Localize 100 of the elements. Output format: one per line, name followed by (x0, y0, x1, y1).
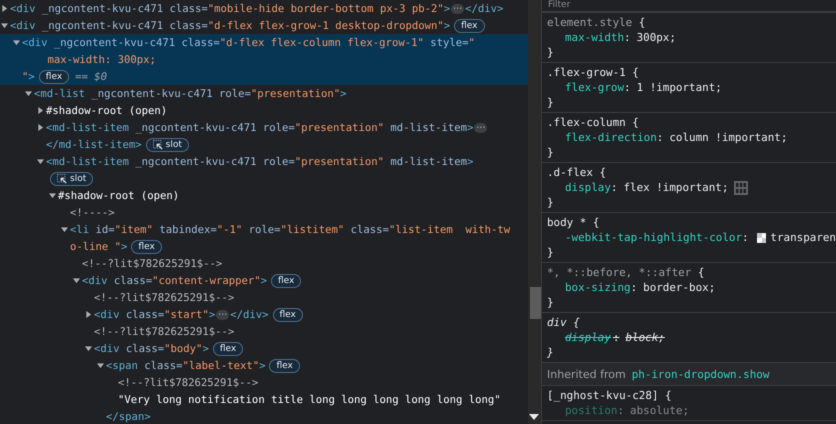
inherited-source-link[interactable]: ph-iron-dropdown.show (632, 368, 770, 380)
code-line: </md-list-item> (46, 138, 142, 150)
css-selector: .d-flex { (547, 166, 606, 179)
css-declaration[interactable]: display : (565, 331, 620, 344)
css-selector: element.style { (547, 16, 646, 29)
flex-editor-icon[interactable] (734, 180, 748, 194)
tree-node-row[interactable]: <div _ngcontent-kvu-c471 class="d-flex flex-grow-1 desktop-dropdown"> flex (0, 17, 528, 34)
slot-badge[interactable]: slot (146, 138, 189, 152)
inherited-label: Inherited from (547, 368, 626, 380)
tree-node-row[interactable]: <md-list-item _ngcontent-kvu-c471 role="presentation" md-list-item> slot (0, 153, 528, 187)
code-line: #shadow-root (open) (46, 104, 168, 116)
css-declaration[interactable]: position: (565, 404, 624, 417)
css-declaration[interactable]: flex-grow: (565, 81, 631, 94)
scrollbar[interactable] (528, 0, 541, 424)
css-value[interactable]: block; (625, 331, 665, 344)
code-line: <div class="content-wrapper"> (82, 274, 267, 286)
code-line: <md-list _ngcontent-kvu-c471 role="presentation"> (34, 88, 347, 100)
code-line: <div _ngcontent-kvu-c471 class="mobile-hide border-bottom px-3 pb-2"> (10, 2, 450, 14)
collapse-triangle-icon[interactable] (1, 22, 8, 29)
code-line: <md-list-item _ngcontent-kvu-c471 role="presentation" md-list-item> (46, 122, 474, 134)
flex-badge[interactable]: flex (269, 358, 300, 372)
tree-node-row[interactable]: <div class="body"> flex (0, 340, 528, 357)
flex-badge[interactable]: flex (271, 274, 302, 288)
flex-badge[interactable]: flex (131, 240, 162, 254)
flex-badge[interactable]: flex (272, 308, 303, 322)
css-value[interactable]: column !important; (669, 131, 788, 144)
closing-brace: } (547, 346, 554, 359)
selected-reference: == $0 (75, 70, 108, 82)
code-line: <md-list-item _ngcontent-kvu-c471 role="presentation" md-list-item> (46, 156, 474, 168)
code-line: #shadow-root (open) (58, 190, 180, 202)
css-value[interactable]: 300px; (636, 31, 676, 44)
tree-node-row[interactable]: <div _ngcontent-kvu-c471 class="d-flex flex-column flex-grow-1" style=" max-width: 300px; "> flex == $0 (0, 34, 528, 85)
collapse-triangle-icon[interactable] (25, 90, 32, 97)
tree-node-row[interactable]: <md-list _ngcontent-kvu-c471 role="presentation"> (0, 85, 528, 102)
code-line: <li id="item" tabindex="-1" role="listitem" class="list-item with-tw (70, 224, 510, 236)
tree-node-row[interactable]: <span class="label-text"> flex (0, 357, 528, 374)
tree-node-row[interactable]: <div class="start"> ⋯ </div> flex (0, 306, 528, 323)
css-selector: div { (547, 316, 580, 329)
collapse-triangle-icon[interactable] (73, 277, 80, 284)
tree-node-row[interactable]: #shadow-root (open) (0, 187, 528, 204)
tree-node-row[interactable]: <div class="content-wrapper"> flex (0, 272, 528, 289)
closing-brace: } (547, 146, 554, 159)
expand-ellipsis-button[interactable]: ⋯ (216, 310, 230, 320)
collapse-triangle-icon[interactable] (49, 192, 56, 199)
tree-node-row[interactable]: "Very long notification title long long long long long long" (0, 391, 528, 408)
code-line: </div> (465, 2, 504, 14)
code-line: <!----> (70, 206, 115, 218)
css-selector: [_nghost-kvu-c28] { (547, 389, 672, 402)
css-declaration[interactable]: max-width: (565, 31, 631, 44)
code-line: <!--?lit$782625291$--> (82, 258, 222, 270)
code-line: o-line "> (70, 240, 128, 252)
tree-node-row[interactable]: <div _ngcontent-kvu-c471 class="mobile-hide border-bottom px-3 pb-2"> ⋯ </div> (0, 0, 528, 17)
code-line: max-width: 300px; (46, 54, 156, 66)
tree-node-row[interactable]: #shadow-root (open) (0, 102, 528, 119)
collapse-triangle-icon[interactable] (13, 39, 20, 46)
flex-badge[interactable]: flex (38, 70, 70, 84)
tree-node-row[interactable]: <li id="item" tabindex="-1" role="listitem" class="list-item with-tw o-line "> flex (0, 221, 528, 255)
flex-badge[interactable]: flex (454, 18, 484, 32)
css-declaration[interactable]: -webkit-tap-highlight-color: (565, 231, 749, 244)
collapse-triangle-icon[interactable] (85, 345, 92, 352)
expand-ellipsis-button[interactable]: ⋯ (474, 122, 488, 132)
css-value[interactable]: border-box; (643, 281, 716, 294)
expand-triangle-icon[interactable] (37, 107, 44, 114)
slot-badge[interactable]: slot (50, 172, 94, 186)
closing-brace: } (547, 246, 554, 259)
css-value[interactable]: flex !important; (623, 181, 728, 194)
collapse-triangle-icon[interactable] (37, 158, 44, 165)
code-line: <div _ngcontent-kvu-c471 class="d-flex flex-grow-1 desktop-dropdown"> (10, 20, 450, 32)
code-line: <div _ngcontent-kvu-c471 class="d-flex flex-column flex-grow-1" style=" (22, 36, 475, 48)
css-value[interactable]: transparen (770, 231, 836, 244)
expand-ellipsis-button[interactable]: ⋯ (451, 4, 464, 14)
tree-node-row[interactable]: <!----> (0, 204, 528, 221)
css-selector: .flex-column { (547, 116, 639, 129)
code-line: "Very long notification title long long long long long long" (118, 394, 501, 406)
css-selector: *, *::before, *::after { (547, 266, 704, 279)
flex-badge[interactable]: flex (212, 342, 244, 356)
scroll-down-arrow-icon[interactable] (529, 414, 539, 420)
expand-triangle-icon[interactable] (1, 5, 8, 12)
closing-brace: } (547, 96, 554, 109)
css-declaration[interactable]: display: (565, 181, 618, 194)
collapse-triangle-icon[interactable] (61, 226, 68, 233)
scroll-thumb[interactable] (530, 287, 541, 319)
collapse-triangle-icon[interactable] (97, 362, 104, 369)
tree-node-row[interactable]: <!--?lit$782625291$--> (0, 323, 528, 340)
color-swatch-icon[interactable] (756, 232, 766, 242)
expand-triangle-icon[interactable] (85, 311, 92, 318)
css-selector: .flex-grow-1 { (547, 66, 639, 79)
closing-brace: } (547, 196, 554, 209)
code-line: </span> (106, 410, 151, 422)
tree-node-row[interactable]: <!--?lit$782625291$--> (0, 255, 528, 272)
css-value[interactable]: absolute; (630, 404, 690, 417)
code-line: </div> (230, 308, 268, 320)
css-declaration[interactable]: flex-direction: (565, 131, 664, 144)
expand-triangle-icon[interactable] (37, 124, 44, 131)
tree-node-row[interactable]: <!--?lit$782625291$--> (0, 289, 528, 306)
css-declaration[interactable]: box-sizing: (565, 281, 638, 294)
tree-node-row[interactable]: <!--?lit$782625291$--> (0, 374, 528, 391)
tree-node-row[interactable]: <md-list-item _ngcontent-kvu-c471 role="presentation" md-list-item> ⋯ </md-list-item> slot (0, 119, 528, 153)
code-line: <!--?lit$782625291$--> (118, 376, 258, 388)
css-value[interactable]: 1 !important; (636, 81, 722, 94)
